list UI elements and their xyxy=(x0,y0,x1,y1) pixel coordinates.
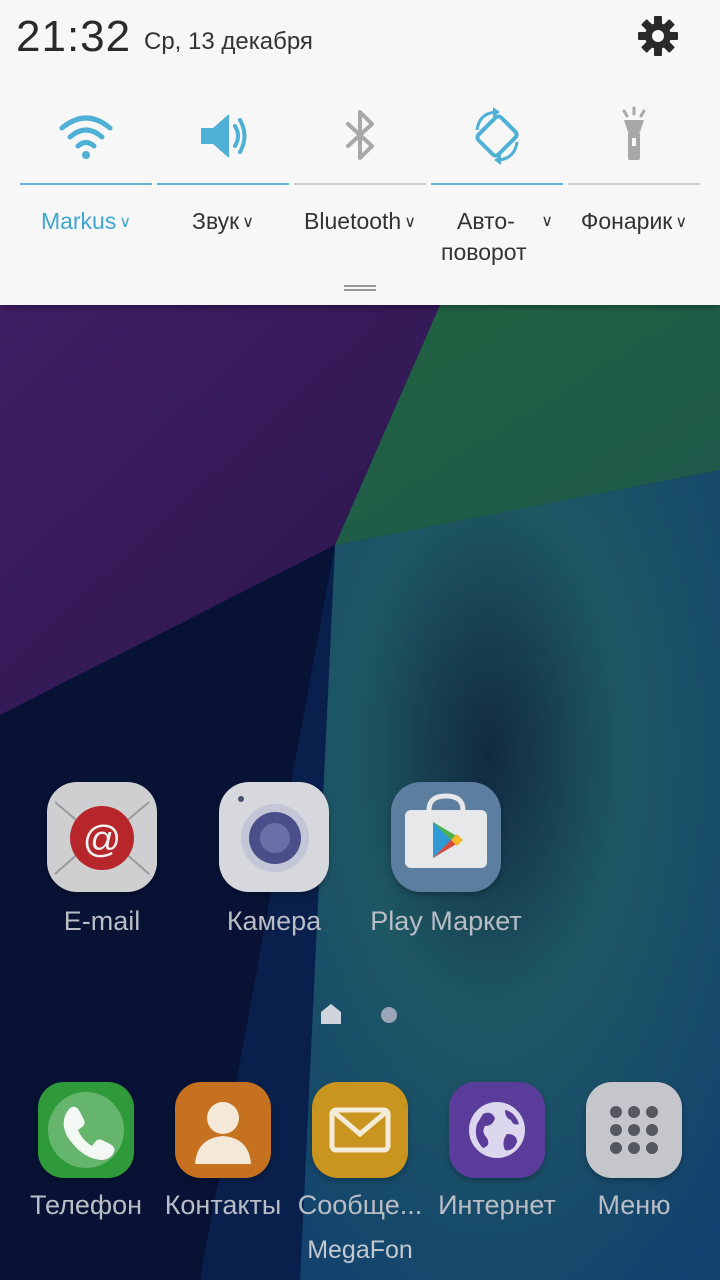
app-email[interactable]: @ E-mail xyxy=(17,782,187,937)
volume-icon xyxy=(201,114,247,158)
contacts-icon xyxy=(175,1082,271,1178)
app-camera[interactable]: Камера xyxy=(189,782,359,937)
auto-rotate-icon xyxy=(475,107,519,165)
gear-icon[interactable] xyxy=(636,14,680,58)
chevron-down-icon: ∨ xyxy=(675,214,688,231)
app-label: Play Маркет xyxy=(370,906,522,936)
toggle-bluetooth[interactable]: Bluetooth ∨ xyxy=(294,100,426,270)
internet-icon xyxy=(449,1082,545,1178)
apps-menu-icon xyxy=(586,1082,682,1178)
messages-icon xyxy=(312,1082,408,1178)
toggle-flashlight[interactable]: Фонарик ∨ xyxy=(568,100,700,270)
clock: 21:32 xyxy=(16,12,132,61)
app-label: Меню xyxy=(597,1190,671,1220)
dock-app-menu[interactable]: Меню xyxy=(549,1082,719,1221)
toggle-label: Markus ∨ xyxy=(40,208,132,234)
toggle-auto-rotate[interactable]: Авто- ∨ поворот xyxy=(431,100,563,270)
toggle-wifi[interactable]: Markus ∨ xyxy=(20,100,152,270)
toggle-indicator-bar xyxy=(294,183,426,185)
shade-drag-handle[interactable] xyxy=(344,285,376,291)
app-play-store[interactable]: Play Маркет xyxy=(361,782,531,937)
flashlight-icon xyxy=(622,106,646,160)
toggle-indicator-bar xyxy=(157,183,289,185)
svg-text:@: @ xyxy=(83,819,122,861)
date[interactable]: Ср, 13 декабря xyxy=(144,28,313,56)
chevron-down-icon: ∨ xyxy=(119,214,132,231)
app-label: Камера xyxy=(226,906,322,936)
toggle-label: Фонарик ∨ xyxy=(580,208,688,234)
chevron-down-icon: ∨ xyxy=(242,214,254,231)
toggle-label: Авто- ∨ поворот xyxy=(441,208,553,265)
app-label: E-mail xyxy=(63,906,141,936)
toggle-label: Bluetooth ∨ xyxy=(304,208,416,234)
chevron-down-icon: ∨ xyxy=(541,213,553,230)
wifi-icon xyxy=(59,115,113,159)
toggle-indicator-bar xyxy=(568,183,700,185)
toggle-label: Звук ∨ xyxy=(192,208,254,234)
play-store-icon xyxy=(391,782,501,892)
email-icon: @ xyxy=(47,782,157,892)
toggle-sound[interactable]: Звук ∨ xyxy=(157,100,289,270)
notification-shade: 21:32 Ср, 13 декабря Markus ∨ Звук ∨ Blu… xyxy=(0,0,720,305)
quick-toggles: Markus ∨ Звук ∨ Bluetooth ∨ Авто- ∨ пово… xyxy=(0,100,720,270)
page-indicator-dot xyxy=(381,1007,397,1023)
chevron-down-icon: ∨ xyxy=(404,214,416,231)
phone-icon xyxy=(38,1082,134,1178)
bluetooth-icon xyxy=(346,110,374,160)
toggle-indicator-bar xyxy=(20,183,152,185)
camera-icon xyxy=(219,782,329,892)
toggle-indicator-bar xyxy=(431,183,563,185)
carrier-label: MegaFon xyxy=(307,1236,413,1264)
home-page-indicator-icon xyxy=(321,1004,341,1024)
